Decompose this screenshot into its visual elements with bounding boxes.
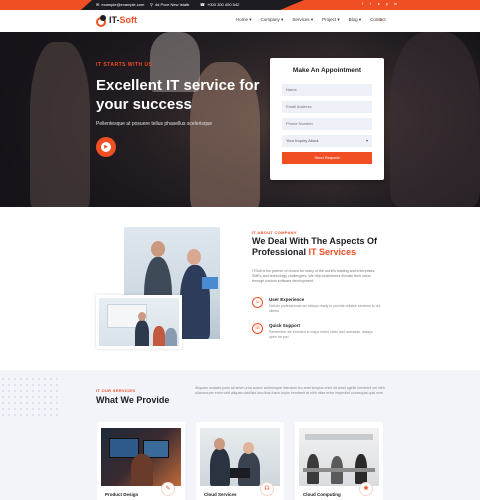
play-video-button[interactable]: ▶ <box>96 137 116 157</box>
service-card-image <box>299 428 379 486</box>
topbar-email[interactable]: ✉ example@example.com <box>96 1 144 9</box>
feature-title: Quick Support <box>269 323 301 328</box>
top-bar-accent <box>0 0 92 10</box>
hero-section: IT STARTS WITH US Excellent IT service f… <box>0 32 480 207</box>
laptop-image <box>230 468 250 478</box>
pinterest-icon[interactable]: p <box>386 2 390 6</box>
gear-icon: ✺ <box>359 482 373 496</box>
person-head <box>187 249 201 265</box>
services-subtitle: IT OUR SERVICES <box>96 388 136 393</box>
logo-text: IT-Soft <box>109 15 137 25</box>
services-text: Aliquam sodales justo sit amet urna auct… <box>195 386 385 395</box>
ceiling-image <box>305 434 373 440</box>
person-head <box>214 438 225 450</box>
about-title: We Deal With The Aspects Of Professional… <box>252 236 377 257</box>
service-card-title: Cloud Services <box>204 492 237 497</box>
inquiry-select-value: Your Inquiry About <box>286 138 319 143</box>
search-icon[interactable]: ⌕ <box>379 17 382 24</box>
linkedin-icon[interactable]: in <box>394 2 398 6</box>
about-subtitle: IT ABOUT COMPANY <box>252 230 297 235</box>
main-nav: Home ▾ Company ▾ Services ▾ Project ▾ Bl… <box>236 17 386 23</box>
inquiry-select[interactable]: Your Inquiry About ▾ <box>282 135 372 147</box>
phone-icon: ☎ <box>200 2 205 7</box>
person-head <box>138 312 146 321</box>
hero-title: Excellent IT service for your success <box>96 77 260 113</box>
service-card-cloud-computing[interactable]: ✺ Cloud Computing <box>295 422 383 500</box>
chevron-down-icon: ▾ <box>365 138 368 143</box>
hero-background-person <box>390 32 480 207</box>
monitor-image <box>109 438 139 458</box>
top-bar: ✉ example@example.com ⚲ 4d Pvce New Ista… <box>0 0 480 10</box>
service-card-image <box>200 428 280 486</box>
youtube-icon[interactable]: ▸ <box>378 2 382 6</box>
topbar-phone-text: +000 300 400 542 <box>206 2 240 7</box>
nav-home[interactable]: Home ▾ <box>236 17 252 23</box>
service-card-image <box>101 428 181 486</box>
person-figure <box>131 454 153 486</box>
design-icon: ✎ <box>161 482 175 496</box>
hero-text: Pellentesque at posuere tellus phasellus… <box>96 121 213 127</box>
dot-pattern <box>0 376 60 416</box>
service-card-cloud-services[interactable]: ☊ Cloud Services <box>196 422 284 500</box>
user-experience-icon: ☺ <box>252 297 263 308</box>
person-head <box>243 442 254 454</box>
services-section: IT OUR SERVICES What We Provide Aliquam … <box>0 370 480 500</box>
feature-text: Deliver professionals we always ready to… <box>269 304 381 313</box>
headset-icon: ☊ <box>260 482 274 496</box>
service-card-title: Cloud Computing <box>303 492 341 497</box>
facebook-icon[interactable]: f <box>362 2 366 6</box>
person-figure <box>165 328 177 346</box>
person-head <box>151 241 165 257</box>
person-figure <box>153 326 165 346</box>
hero-background-person <box>30 42 90 207</box>
desk-image <box>303 468 375 472</box>
nav-project[interactable]: Project ▾ <box>322 17 340 23</box>
nav-company[interactable]: Company ▾ <box>261 17 284 23</box>
appointment-title: Make An Appointment <box>292 67 362 74</box>
email-input[interactable] <box>282 101 372 113</box>
play-icon: ▶ <box>101 142 111 152</box>
hero-subtitle: IT STARTS WITH US <box>96 62 153 68</box>
person-figure <box>210 448 230 486</box>
twitter-icon[interactable]: t <box>370 2 374 6</box>
services-title: What We Provide <box>96 395 170 405</box>
location-icon: ⚲ <box>150 2 153 7</box>
main-header: IT-Soft Home ▾ Company ▾ Services ▾ Proj… <box>0 10 480 32</box>
nav-services[interactable]: Services ▾ <box>292 17 313 23</box>
nav-contact[interactable]: Contact <box>370 17 386 23</box>
about-text: ITSoft is the partner of choice for many… <box>252 269 376 283</box>
service-card-product-design[interactable]: ✎ Product Design <box>97 422 185 500</box>
site-logo[interactable]: IT-Soft <box>96 15 137 27</box>
person-figure <box>135 320 149 346</box>
about-image-secondary <box>96 295 182 349</box>
about-section: IT ABOUT COMPANY We Deal With The Aspect… <box>0 207 480 370</box>
service-card-title: Product Design <box>105 492 139 497</box>
topbar-phone[interactable]: ☎ +000 300 400 542 <box>200 1 239 9</box>
appointment-form: Make An Appointment Your Inquiry About ▾… <box>270 58 384 180</box>
name-input[interactable] <box>282 84 372 96</box>
feature-title: User Experience <box>269 297 305 302</box>
tablet-image <box>202 277 218 289</box>
support-icon: ☏ <box>252 323 263 334</box>
send-request-button[interactable]: Send Request <box>282 152 372 164</box>
topbar-address-text: 4d Pvce New Istaftr <box>154 2 190 7</box>
topbar-email-text: example@example.com <box>101 2 145 7</box>
logo-icon <box>96 15 106 27</box>
feature-text: Remember we included in major metro citi… <box>269 330 373 339</box>
mail-icon: ✉ <box>96 2 100 7</box>
topbar-address: ⚲ 4d Pvce New Istaftr <box>150 1 190 9</box>
nav-blog[interactable]: Blog ▾ <box>349 17 362 23</box>
phone-input[interactable] <box>282 118 372 130</box>
social-links: f t ▸ p in <box>362 2 398 6</box>
